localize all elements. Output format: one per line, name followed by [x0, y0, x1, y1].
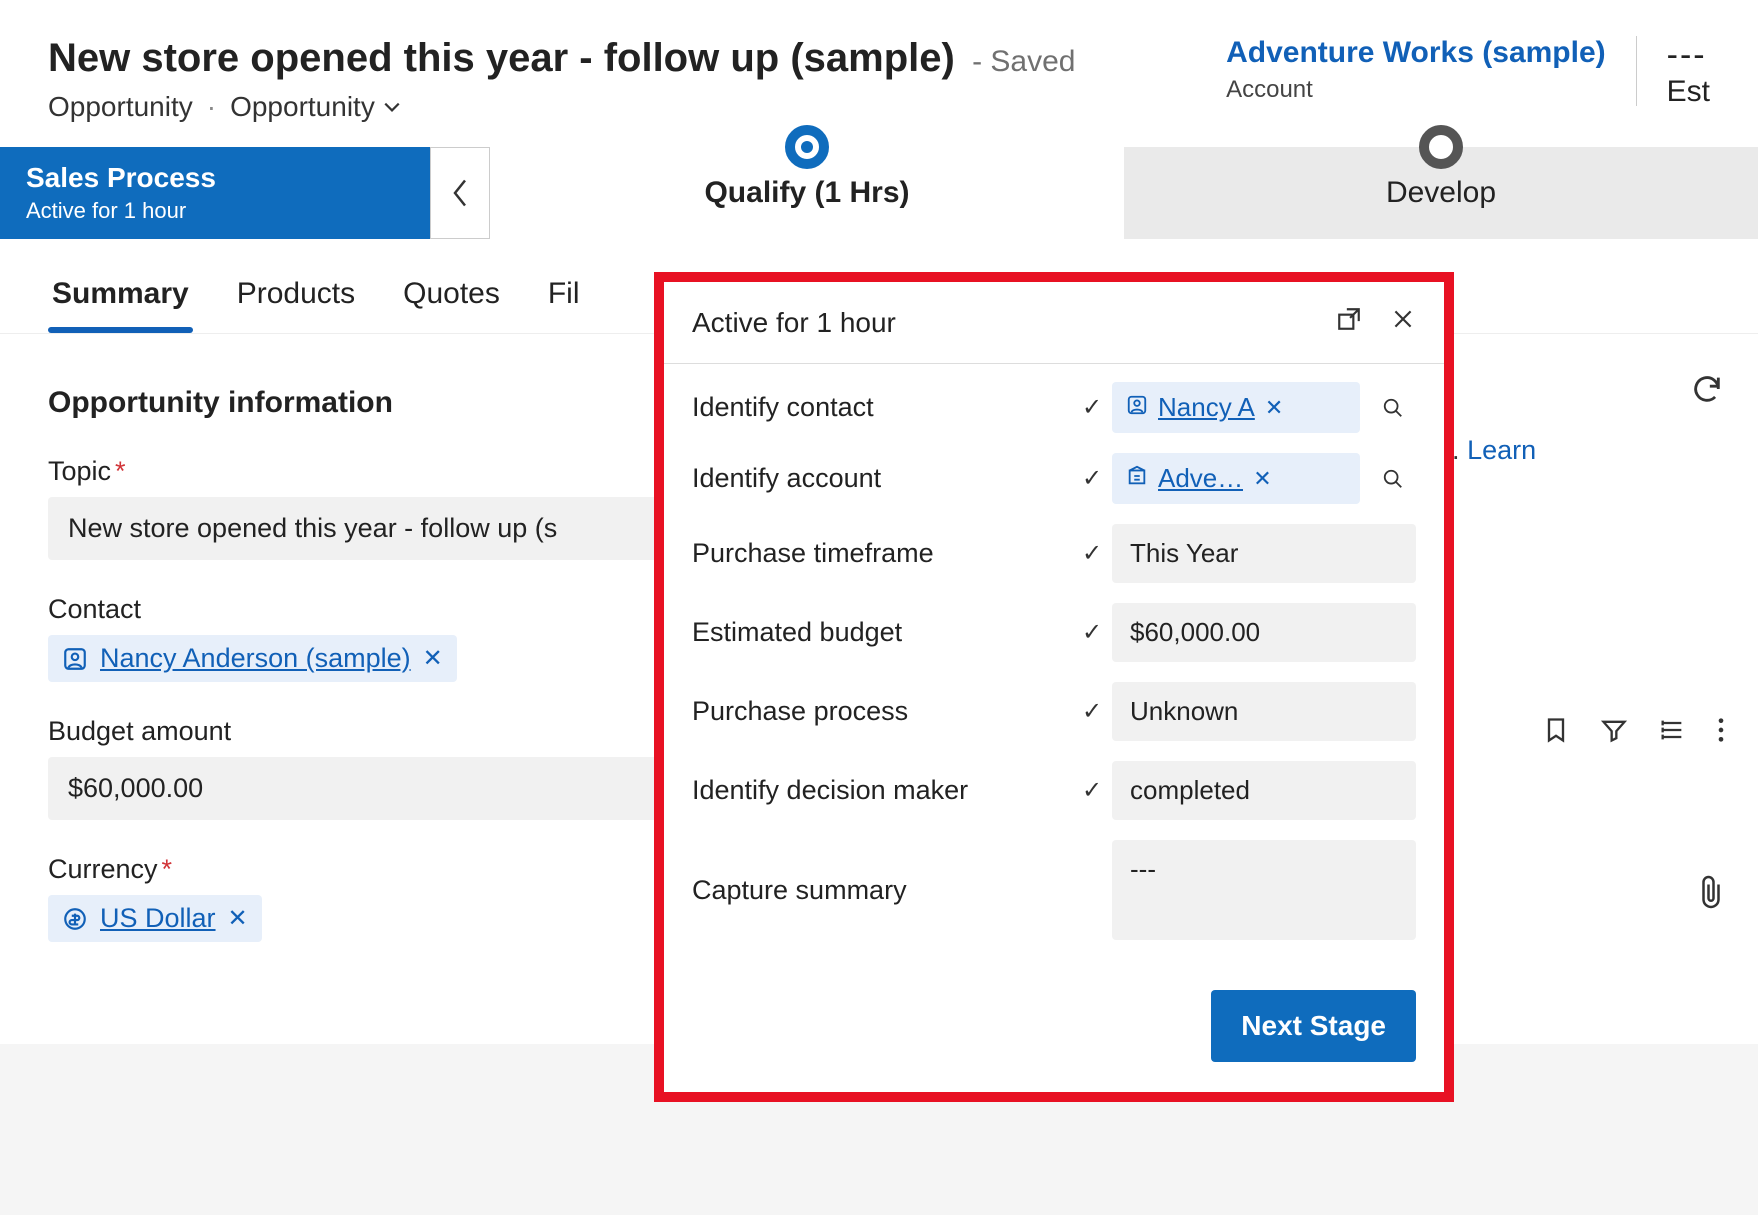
lookup-chip[interactable]: Adve… ✕	[1112, 453, 1360, 504]
clear-contact-icon[interactable]: ✕	[423, 644, 443, 673]
flyout-row: Estimated budget✓$60,000.00	[692, 603, 1416, 662]
checkmark-icon: ✓	[1072, 697, 1112, 726]
flyout-field-value[interactable]: Unknown	[1112, 682, 1416, 741]
currency-link[interactable]: US Dollar	[100, 903, 216, 934]
flyout-row: Identify account✓ Adve… ✕	[692, 453, 1416, 504]
contact-link[interactable]: Nancy Anderson (sample)	[100, 643, 411, 674]
clear-lookup-icon[interactable]: ✕	[1253, 466, 1271, 492]
form-name: Opportunity	[230, 91, 375, 123]
lookup-link[interactable]: Nancy A	[1158, 392, 1255, 423]
chevron-left-icon	[450, 178, 470, 208]
search-lookup-button[interactable]	[1370, 456, 1416, 502]
bpf-collapse-button[interactable]	[430, 147, 490, 239]
flyout-field-label: Identify decision maker	[692, 775, 1072, 806]
flyout-field-value[interactable]: completed	[1112, 761, 1416, 820]
header-account-link[interactable]: Adventure Works (sample)	[1226, 36, 1606, 70]
contact-lookup-chip[interactable]: Nancy Anderson (sample) ✕	[48, 635, 457, 682]
header-est-label: Est	[1667, 75, 1710, 109]
separator-dot: ·	[207, 91, 216, 123]
search-lookup-button[interactable]	[1370, 385, 1416, 431]
lookup-link[interactable]: Adve…	[1158, 463, 1243, 494]
save-status: - Saved	[972, 45, 1075, 78]
dock-icon[interactable]	[1336, 306, 1362, 339]
lookup-chip[interactable]: Nancy A ✕	[1112, 382, 1360, 433]
refresh-button[interactable]	[1680, 362, 1734, 425]
bpf-stage-qualify[interactable]: Qualify (1 Hrs)	[490, 147, 1124, 239]
bpf-header[interactable]: Sales Process Active for 1 hour	[0, 147, 430, 239]
more-icon[interactable]	[1716, 716, 1726, 752]
flyout-field-label: Purchase process	[692, 696, 1072, 727]
flyout-field-label: Purchase timeframe	[692, 538, 1072, 569]
flyout-row: Identify decision maker✓completed	[692, 761, 1416, 820]
close-icon[interactable]	[1390, 306, 1416, 339]
flyout-row: Identify contact✓ Nancy A ✕	[692, 382, 1416, 433]
checkmark-icon: ✓	[1072, 393, 1112, 422]
contact-icon	[62, 646, 88, 672]
tab-quotes[interactable]: Quotes	[399, 263, 504, 333]
stage-marker-active-icon	[785, 125, 829, 169]
flyout-row: Purchase timeframe✓This Year	[692, 524, 1416, 583]
bpf-duration: Active for 1 hour	[26, 198, 404, 224]
header-est-value: ---	[1667, 36, 1710, 75]
search-icon	[1382, 468, 1404, 490]
currency-icon	[62, 906, 88, 932]
stage-label: Develop	[1386, 176, 1496, 210]
currency-lookup-chip[interactable]: US Dollar ✕	[48, 895, 262, 942]
business-process-flow: Sales Process Active for 1 hour Qualify …	[0, 147, 1758, 239]
chevron-down-icon	[383, 98, 401, 116]
attach-button[interactable]	[1696, 872, 1734, 922]
refresh-icon	[1690, 372, 1724, 406]
flyout-title: Active for 1 hour	[692, 307, 896, 339]
checkmark-icon: ✓	[1072, 539, 1112, 568]
tab-summary[interactable]: Summary	[48, 263, 193, 333]
bpf-name: Sales Process	[26, 162, 404, 194]
learn-link[interactable]: Learn	[1467, 435, 1536, 465]
flyout-field-label: Capture summary	[692, 875, 1072, 906]
bookmark-icon[interactable]	[1542, 716, 1570, 752]
account-icon	[1126, 463, 1148, 494]
clear-currency-icon[interactable]: ✕	[228, 904, 248, 933]
stage-flyout: Active for 1 hour Identify contact✓Nancy…	[654, 272, 1454, 1102]
flyout-field-value[interactable]: This Year	[1112, 524, 1416, 583]
flyout-row: Capture summary ---	[692, 840, 1416, 940]
page-title: New store opened this year - follow up (…	[48, 36, 955, 80]
tab-files[interactable]: Fil	[544, 263, 584, 333]
tab-products[interactable]: Products	[233, 263, 359, 333]
stage-label: Qualify (1 Hrs)	[704, 176, 909, 210]
header-account-label: Account	[1226, 76, 1606, 104]
paperclip-icon	[1696, 872, 1726, 912]
flyout-field-label: Estimated budget	[692, 617, 1072, 648]
form-selector[interactable]: Opportunity	[230, 91, 401, 123]
checkmark-icon: ✓	[1072, 464, 1112, 493]
flyout-field-label: Identify contact	[692, 392, 1072, 423]
flyout-field-value[interactable]: ---	[1112, 840, 1416, 940]
flyout-row: Purchase process✓Unknown	[692, 682, 1416, 741]
flyout-field-value[interactable]: $60,000.00	[1112, 603, 1416, 662]
checkmark-icon: ✓	[1072, 776, 1112, 805]
flyout-field-label: Identify account	[692, 463, 1072, 494]
list-icon[interactable]	[1658, 716, 1686, 752]
checkmark-icon: ✓	[1072, 618, 1112, 647]
search-icon	[1382, 397, 1404, 419]
filter-icon[interactable]	[1600, 716, 1628, 752]
header-divider	[1636, 36, 1637, 106]
stage-marker-empty-icon	[1419, 125, 1463, 169]
bpf-stage-develop[interactable]: Develop	[1124, 147, 1758, 239]
entity-name: Opportunity	[48, 91, 193, 123]
contact-icon	[1126, 392, 1148, 423]
clear-lookup-icon[interactable]: ✕	[1265, 395, 1283, 421]
next-stage-button[interactable]: Next Stage	[1211, 990, 1416, 1062]
